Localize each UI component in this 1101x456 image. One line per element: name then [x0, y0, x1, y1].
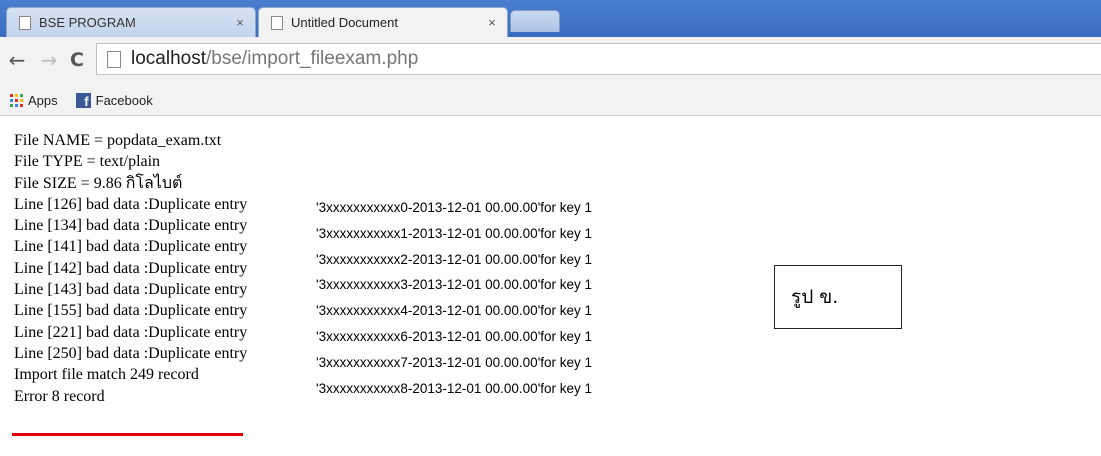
tab-title: Untitled Document	[291, 15, 398, 30]
duplicate-key: '3xxxxxxxxxxx8-2013-12-01 00.00.00'for k…	[316, 380, 593, 396]
import-log: File NAME = popdata_exam.txt File TYPE =…	[14, 130, 294, 407]
apps-grid-icon	[10, 93, 23, 107]
url-path: /bse/import_fileexam.php	[206, 48, 419, 69]
document-icon	[271, 15, 283, 30]
duplicate-key: '3xxxxxxxxxxx3-2013-12-01 00.00.00'for k…	[316, 277, 593, 293]
bookmark-label: Facebook	[95, 92, 153, 108]
log-line: Line [142] bad data :Duplicate entry	[14, 259, 248, 277]
duplicate-key: '3xxxxxxxxxxx7-2013-12-01 00.00.00'for k…	[316, 354, 593, 370]
duplicate-key: '3xxxxxxxxxxx6-2013-12-01 00.00.00'for k…	[316, 328, 593, 344]
close-tab-icon[interactable]: ×	[225, 15, 255, 30]
red-underline	[12, 433, 243, 436]
page-content: File NAME = popdata_exam.txt File TYPE =…	[0, 115, 1101, 456]
figure-label: รูป ข.	[791, 286, 839, 308]
log-line: File SIZE = 9.86 กิโลไบต์	[14, 174, 183, 192]
import-summary: Import file match 249 record	[14, 366, 199, 384]
log-line: File NAME = popdata_exam.txt	[14, 132, 222, 149]
tab-title: BSE PROGRAM	[39, 15, 136, 30]
back-icon[interactable]: ←	[4, 47, 30, 73]
error-summary: Error 8 record	[14, 387, 105, 405]
log-line: Line [134] bad data :Duplicate entry	[14, 217, 248, 235]
tab-bse-program[interactable]: BSE PROGRAM ×	[6, 7, 256, 37]
bookmark-label: Apps	[28, 92, 58, 108]
tab-bar: BSE PROGRAM × Untitled Document ×	[0, 0, 1101, 37]
facebook-icon: f	[75, 92, 91, 108]
tab-untitled-document[interactable]: Untitled Document ×	[258, 7, 508, 37]
duplicate-key: '3xxxxxxxxxxx1-2013-12-01 00.00.00'for k…	[316, 225, 593, 241]
address-bar[interactable]: localhost/bse/import_fileexam.php	[96, 43, 1101, 75]
bookmark-apps[interactable]: Apps	[10, 93, 58, 108]
log-line: Line [143] bad data :Duplicate entry	[14, 281, 248, 299]
close-tab-icon[interactable]: ×	[477, 15, 507, 30]
duplicate-key-list: '3xxxxxxxxxxx0-2013-12-01 00.00.00'for k…	[316, 195, 592, 401]
forward-icon[interactable]: →	[36, 47, 62, 73]
log-line: File TYPE = text/plain	[14, 153, 161, 171]
bookmarks-bar: Apps f Facebook	[0, 85, 1101, 116]
url-host: localhost	[131, 48, 206, 69]
browser-toolbar: ← → C localhost/bse/import_fileexam.php	[0, 37, 1101, 86]
bookmark-facebook[interactable]: f Facebook	[75, 92, 153, 108]
duplicate-key: '3xxxxxxxxxxx4-2013-12-01 00.00.00'for k…	[316, 303, 593, 319]
log-line: Line [141] bad data :Duplicate entry	[14, 238, 248, 256]
log-line: Line [221] bad data :Duplicate entry	[14, 323, 248, 341]
document-icon	[19, 15, 31, 30]
duplicate-key: '3xxxxxxxxxxx0-2013-12-01 00.00.00'for k…	[316, 200, 593, 215]
log-line: Line [250] bad data :Duplicate entry	[14, 344, 248, 362]
new-tab-button[interactable]	[510, 10, 560, 32]
reload-icon[interactable]: C	[64, 47, 90, 73]
log-line: Line [126] bad data :Duplicate entry	[14, 195, 248, 213]
log-line: Line [155] bad data :Duplicate entry	[14, 302, 248, 320]
figure-label-box: รูป ข.	[774, 265, 902, 329]
duplicate-key: '3xxxxxxxxxxx2-2013-12-01 00.00.00'for k…	[316, 251, 593, 267]
page-icon	[107, 50, 121, 68]
